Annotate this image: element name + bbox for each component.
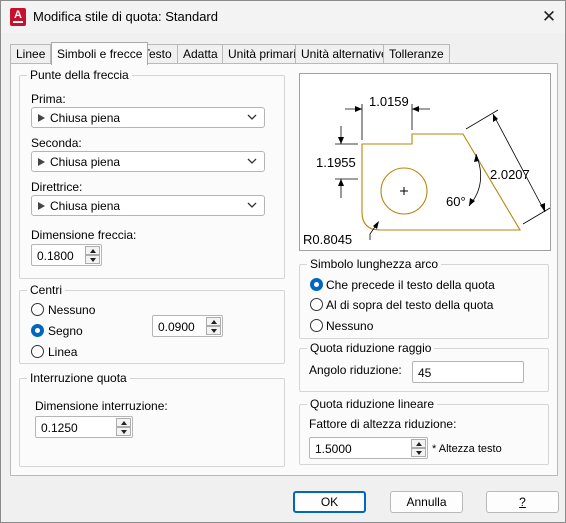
tab-tolleranze[interactable]: Tolleranze — [383, 44, 450, 64]
cancel-button[interactable]: Annulla — [390, 491, 463, 513]
center-line-label: Linea — [48, 345, 78, 359]
first-arrow-select[interactable]: Chiusa piena — [31, 107, 265, 128]
title-bar: A Modifica stile di quota: Standard ✕ — [1, 1, 565, 33]
arrowheads-group-title: Punte della freccia — [27, 68, 132, 82]
first-arrow-value: Chiusa piena — [50, 111, 121, 125]
arc-none-label: Nessuno — [326, 319, 374, 333]
spinner-buttons — [116, 418, 131, 436]
spin-down-button[interactable] — [411, 448, 426, 457]
closed-filled-arrow-icon — [38, 202, 45, 210]
leader-arrow-label: Direttrice: — [31, 180, 83, 194]
spin-up-button[interactable] — [85, 246, 100, 255]
window-title: Modifica stile di quota: Standard — [33, 9, 218, 24]
spinner-buttons — [85, 246, 100, 264]
tab-panel: Punte della freccia Prima: Chiusa piena … — [10, 63, 558, 476]
ok-button[interactable]: OK — [293, 491, 366, 513]
close-icon[interactable]: ✕ — [537, 5, 561, 29]
arc-preceding-radio[interactable] — [310, 278, 323, 291]
center-size-spinner[interactable]: 0.0900 — [152, 315, 223, 337]
jog-factor-label: Fattore di altezza riduzione: — [309, 417, 457, 431]
chevron-down-icon — [247, 202, 257, 208]
tab-adatta[interactable]: Adatta — [177, 44, 224, 64]
break-size-spinner[interactable]: 0.1250 — [35, 416, 133, 438]
jog-angle-label: Angolo riduzione: — [309, 363, 402, 377]
second-arrow-label: Seconda: — [31, 136, 82, 150]
chevron-down-icon — [247, 114, 257, 120]
jog-factor-spinner[interactable]: 1.5000 — [309, 437, 428, 459]
dimension-preview: 1.0159 1.1955 2.0207 60° R0.8045 — [299, 73, 551, 251]
tab-unita-alternative[interactable]: Unità alternative — [295, 44, 394, 64]
break-size-label: Dimensione interruzione: — [35, 399, 168, 413]
spin-down-button[interactable] — [116, 427, 131, 436]
dim-break-group-title: Interruzione quota — [27, 371, 130, 385]
help-button[interactable]: ? — [486, 491, 559, 513]
arrow-size-spinner[interactable]: 0.1800 — [31, 244, 102, 266]
spin-up-button[interactable] — [116, 418, 131, 427]
chevron-down-icon — [247, 158, 257, 164]
leader-arrow-value: Chiusa piena — [50, 199, 121, 213]
second-arrow-value: Chiusa piena — [50, 155, 121, 169]
jog-factor-value: 1.5000 — [315, 442, 352, 456]
center-none-label: Nessuno — [48, 303, 96, 317]
arrowheads-group: Punte della freccia Prima: Chiusa piena … — [19, 68, 285, 279]
autocad-logo-icon: A — [10, 8, 26, 26]
jog-angle-value: 45 — [418, 366, 432, 380]
preview-dim-top: 1.0159 — [369, 94, 409, 109]
preview-radius: R0.8045 — [303, 232, 353, 247]
spinner-buttons — [411, 439, 426, 457]
center-mark-label: Segno — [48, 324, 83, 338]
preview-dim-right: 2.0207 — [490, 167, 530, 182]
arc-length-group: Simbolo lunghezza arco Che precede il te… — [299, 257, 549, 339]
spin-down-button[interactable] — [206, 326, 221, 335]
center-marks-group-title: Centri — [27, 283, 66, 297]
linear-jog-group: Quota riduzione lineare Fattore di altez… — [299, 397, 549, 465]
closed-filled-arrow-icon — [38, 158, 45, 166]
arc-preceding-label: Che precede il testo della quota — [326, 278, 495, 292]
break-size-value: 0.1250 — [41, 421, 78, 435]
arc-none-radio[interactable] — [310, 319, 323, 332]
spin-down-button[interactable] — [85, 255, 100, 264]
spin-up-button[interactable] — [411, 439, 426, 448]
center-none-radio[interactable] — [31, 303, 44, 316]
center-line-radio[interactable] — [31, 345, 44, 358]
arc-above-label: Al di sopra del testo della quota — [326, 298, 494, 312]
jog-angle-input[interactable]: 45 — [412, 361, 524, 383]
center-marks-group: Centri Nessuno Segno Linea 0.0900 — [19, 283, 285, 364]
arrow-size-label: Dimensione freccia: — [31, 228, 137, 242]
closed-filled-arrow-icon — [38, 114, 45, 122]
arc-length-group-title: Simbolo lunghezza arco — [307, 257, 442, 271]
tab-linee[interactable]: Linee — [10, 44, 52, 64]
center-mark-radio[interactable] — [31, 324, 44, 337]
preview-angle: 60° — [446, 194, 466, 209]
radius-jog-group-title: Quota riduzione raggio — [307, 341, 435, 355]
arc-above-radio[interactable] — [310, 298, 323, 311]
arrow-size-value: 0.1800 — [37, 249, 74, 263]
dialog-window: A Modifica stile di quota: Standard ✕ Li… — [0, 0, 566, 523]
radius-jog-group: Quota riduzione raggio Angolo riduzione:… — [299, 341, 549, 392]
center-size-value: 0.0900 — [158, 320, 195, 334]
preview-dim-left: 1.1955 — [316, 155, 356, 170]
first-arrow-label: Prima: — [31, 92, 66, 106]
dim-break-group: Interruzione quota Dimensione interruzio… — [19, 371, 285, 467]
tab-simboli-frecce[interactable]: Simboli e frecce — [51, 42, 149, 65]
leader-arrow-select[interactable]: Chiusa piena — [31, 195, 265, 216]
linear-jog-group-title: Quota riduzione lineare — [307, 397, 438, 411]
spin-up-button[interactable] — [206, 317, 221, 326]
spinner-buttons — [206, 317, 221, 335]
second-arrow-select[interactable]: Chiusa piena — [31, 151, 265, 172]
jog-factor-suffix: * Altezza testo — [432, 443, 502, 455]
